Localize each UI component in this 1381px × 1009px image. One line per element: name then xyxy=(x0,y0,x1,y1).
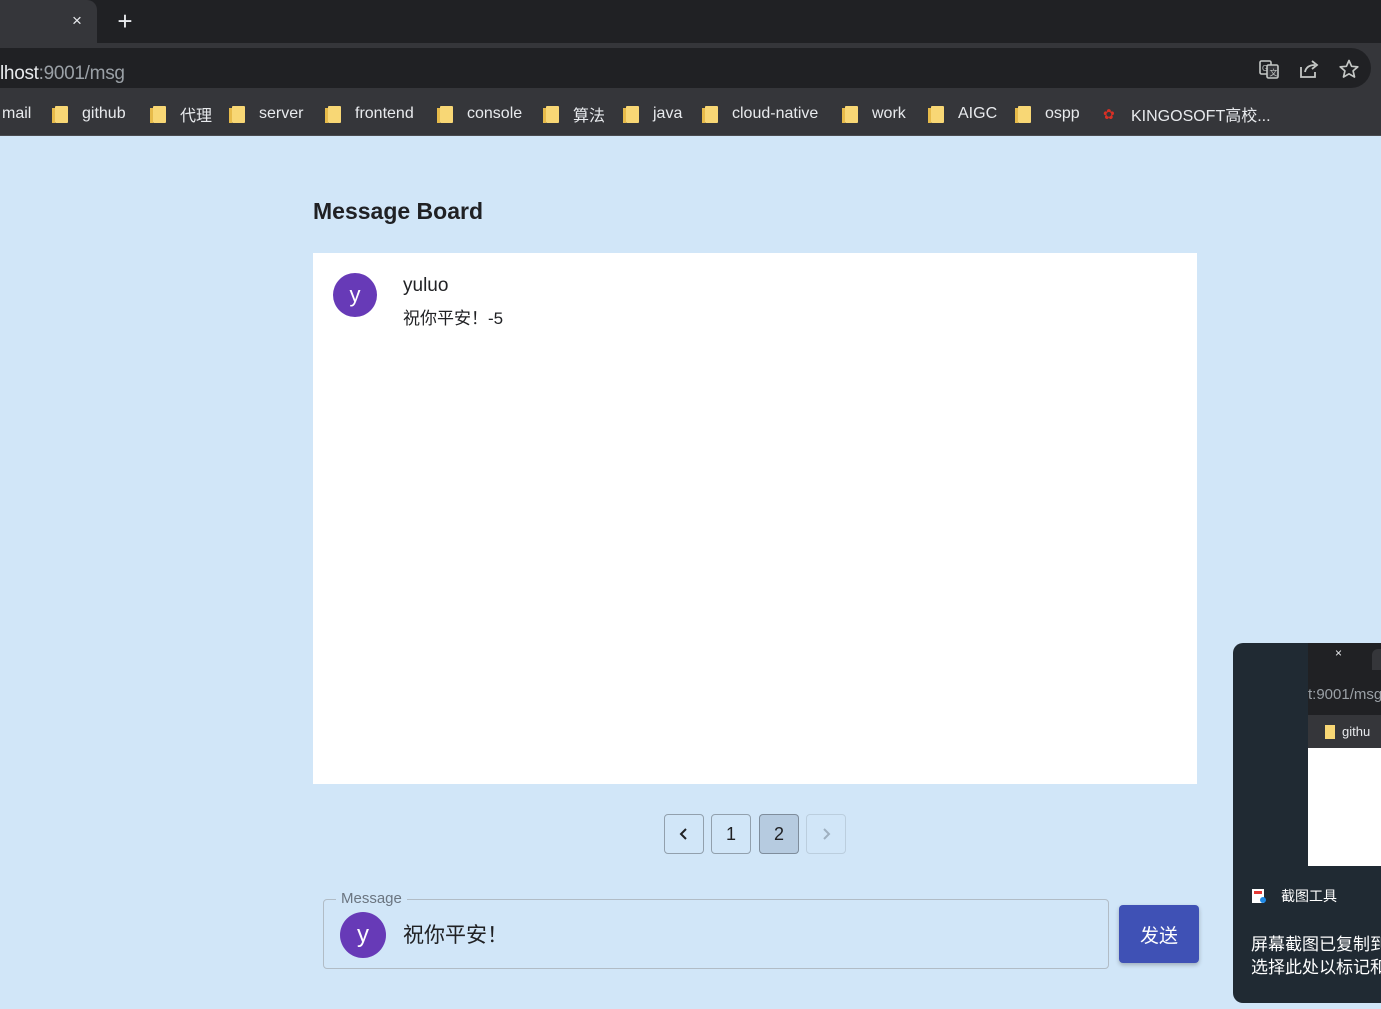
thumbnail-tab-bar: × xyxy=(1308,643,1381,670)
message-author: yuluo xyxy=(403,275,449,296)
folder-icon xyxy=(229,105,245,123)
share-icon[interactable] xyxy=(1298,58,1320,80)
thumbnail-url: t:9001/msg xyxy=(1308,670,1381,715)
notification-message: 屏幕截图已复制到 选择此处以标记和 xyxy=(1251,933,1381,979)
address-bar[interactable]: lhost:9001/msg xyxy=(0,48,1371,88)
bookmark-frontend[interactable]: frontend xyxy=(325,93,414,135)
thumbnail-bookmark: githu xyxy=(1308,715,1381,748)
message-input[interactable] xyxy=(403,918,1083,950)
send-button[interactable]: 发送 xyxy=(1119,905,1199,963)
thumbnail-close-icon: × xyxy=(1335,646,1343,660)
new-tab-icon[interactable]: + xyxy=(112,7,138,35)
avatar: y xyxy=(333,273,377,317)
folder-icon xyxy=(1015,105,1031,123)
active-tab[interactable]: × xyxy=(0,0,97,43)
bookmark-cloud-native[interactable]: cloud-native xyxy=(702,93,818,135)
folder-icon xyxy=(1325,724,1335,739)
url-text: lhost:9001/msg xyxy=(0,63,125,84)
folder-icon xyxy=(437,105,453,123)
svg-text:G: G xyxy=(1262,64,1268,73)
next-page-button[interactable] xyxy=(806,814,846,854)
bookmark-java[interactable]: java xyxy=(623,93,682,135)
bookmarks-bar: mail github 代理 server frontend console 算… xyxy=(0,93,1381,136)
bookmark-ospp[interactable]: ospp xyxy=(1015,93,1080,135)
kingosoft-icon: ✿ xyxy=(1103,106,1115,122)
bookmark-console[interactable]: console xyxy=(437,93,522,135)
folder-icon xyxy=(150,105,166,123)
folder-icon xyxy=(325,105,341,123)
previous-page-button[interactable] xyxy=(664,814,704,854)
bookmark-github[interactable]: github xyxy=(52,93,126,135)
svg-text:文: 文 xyxy=(1270,68,1278,78)
snipping-notification[interactable]: × t:9001/msg githu 截图工具 屏幕截图已复制到 选择此处以标记… xyxy=(1233,643,1381,1003)
folder-icon xyxy=(928,105,944,123)
star-icon[interactable] xyxy=(1338,58,1360,80)
message-text: 祝你平安！-5 xyxy=(403,309,504,328)
bookmark-kingosoft[interactable]: ✿ KINGOSOFT高校... xyxy=(1103,93,1271,135)
thumbnail-tab xyxy=(1372,649,1381,670)
message-list: y yuluo 祝你平安！-5 xyxy=(313,253,1197,784)
folder-icon xyxy=(52,105,68,123)
browser-toolbar: lhost:9001/msg xyxy=(0,43,1381,93)
message-label: Message xyxy=(336,890,407,907)
screenshot-thumbnail: × t:9001/msg githu xyxy=(1308,643,1381,866)
notification-app: 截图工具 xyxy=(1251,886,1337,906)
folder-icon xyxy=(702,105,718,123)
notification-line-2: 选择此处以标记和 xyxy=(1251,958,1381,977)
notification-line-1: 屏幕截图已复制到 xyxy=(1251,935,1381,954)
avatar: y xyxy=(340,912,386,958)
bookmark-proxy[interactable]: 代理 xyxy=(150,93,212,135)
folder-icon xyxy=(623,105,639,123)
page-button-2[interactable]: 2 xyxy=(759,814,799,854)
bookmark-work[interactable]: work xyxy=(842,93,906,135)
bookmark-mail[interactable]: mail xyxy=(2,93,31,135)
folder-icon xyxy=(842,105,858,123)
bookmark-aigc[interactable]: AIGC xyxy=(928,93,997,135)
folder-icon xyxy=(543,105,559,123)
snipping-tool-icon xyxy=(1252,889,1266,903)
tab-close-icon[interactable]: × xyxy=(68,10,86,32)
chevron-left-icon xyxy=(679,828,687,840)
translate-icon[interactable]: G 文 xyxy=(1258,58,1280,80)
page-button-1[interactable]: 1 xyxy=(711,814,751,854)
notification-app-name: 截图工具 xyxy=(1281,888,1337,904)
page-title: Message Board xyxy=(313,198,484,224)
message-field: Message y xyxy=(323,890,1109,969)
chevron-right-icon xyxy=(823,828,831,840)
bookmark-algorithm[interactable]: 算法 xyxy=(543,93,605,135)
bookmark-server[interactable]: server xyxy=(229,93,303,135)
browser-tab-bar: × + xyxy=(0,0,1381,43)
